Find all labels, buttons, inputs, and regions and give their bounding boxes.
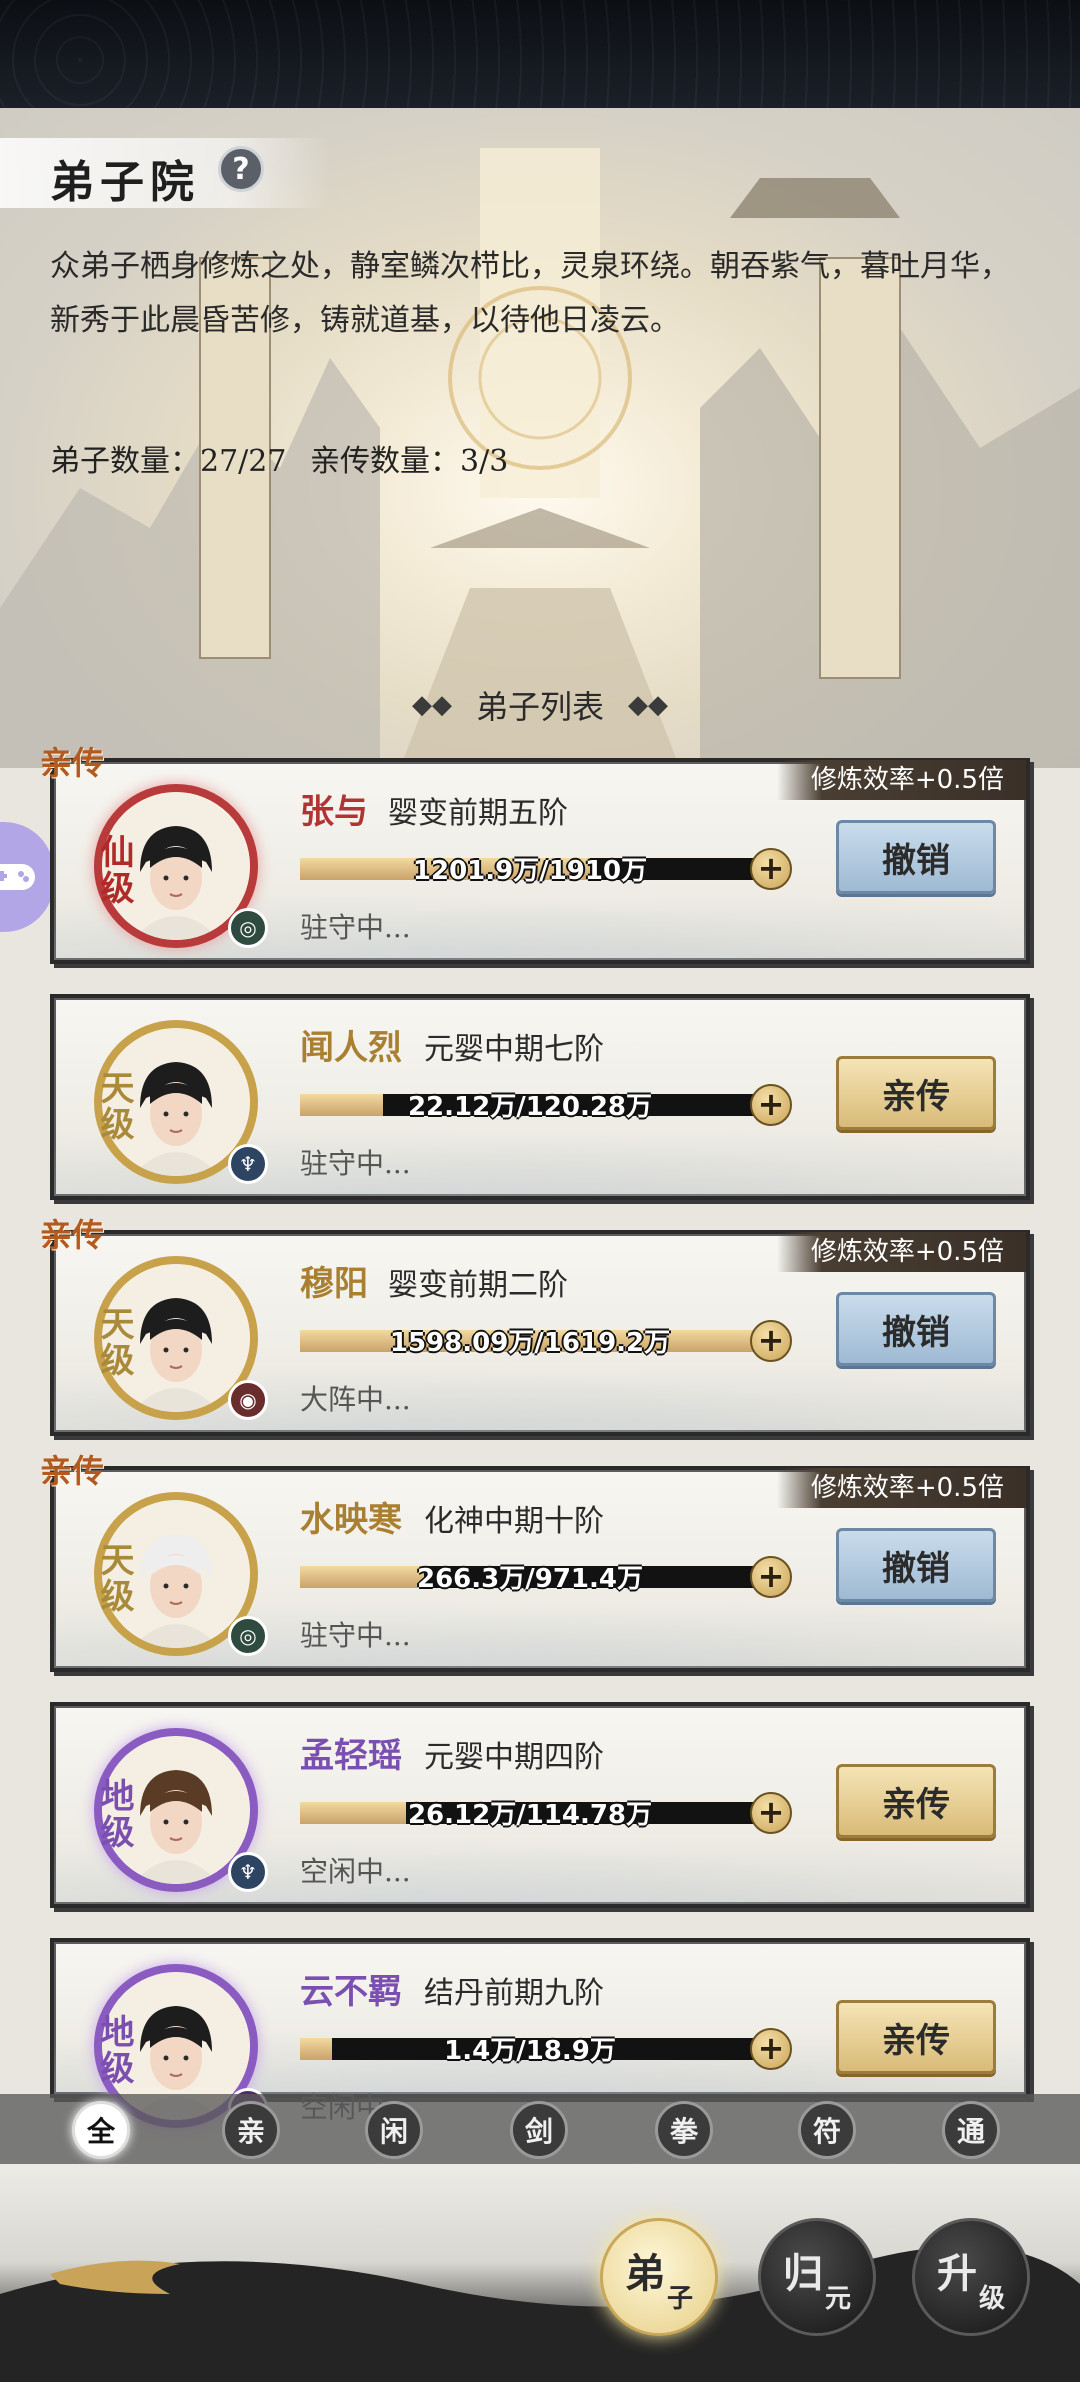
avatar[interactable]: 地级 ♆ xyxy=(94,1728,268,1892)
filter-talisman[interactable]: 符 xyxy=(798,2101,856,2159)
status-bar xyxy=(0,0,1080,108)
disciple-card[interactable]: 天级 ♆ 闻人烈 元婴中期七阶 22.12万/120.28万 + 驻守中... … xyxy=(50,994,1030,1200)
nav-return-sub: 元 xyxy=(824,2284,851,2314)
nav-disciple-sub: 子 xyxy=(666,2284,693,2314)
disciple-card[interactable]: 亲传 修炼效率+0.5倍 仙级 ◎ 张与 婴变前期五阶 1201.9万/1910… xyxy=(40,744,1030,964)
fire-element-icon: ◉ xyxy=(228,1380,268,1420)
grade-label: 仙级 xyxy=(94,834,134,906)
nav-disciple-main: 弟 xyxy=(625,2250,665,2297)
cultivation-bonus-badge: 修炼效率+0.5倍 xyxy=(776,1468,1026,1508)
exp-text: 1.4万/18.9万 xyxy=(444,2036,616,2066)
exp-progress-bar: 266.3万/971.4万 xyxy=(300,1564,760,1594)
disciple-name: 孟轻瑶 xyxy=(300,1736,402,1776)
grade-label: 地级 xyxy=(94,2014,134,2086)
filter-idle[interactable]: 闲 xyxy=(365,2101,423,2159)
nav-upgrade-main: 升 xyxy=(937,2250,977,2297)
disciple-name: 张与 xyxy=(300,792,368,832)
gamepad-icon[interactable] xyxy=(0,822,54,932)
add-exp-button[interactable]: + xyxy=(750,1320,792,1362)
exp-progress-bar: 1598.09万/1619.2万 xyxy=(300,1328,760,1358)
exp-progress-bar: 1.4万/18.9万 xyxy=(300,2036,760,2066)
wind-element-icon: ◎ xyxy=(228,908,268,948)
grade-label: 天级 xyxy=(94,1070,134,1142)
disciple-status: 大阵中... xyxy=(300,1383,411,1416)
promote-direct-button[interactable]: 亲传 xyxy=(836,1764,996,1838)
bottom-nav: 弟 子 归 元 升 级 xyxy=(0,2164,1080,2382)
disciple-name: 云不羁 xyxy=(300,1972,402,2012)
grade-label: 天级 xyxy=(94,1306,134,1378)
disciple-realm: 化神中期十阶 xyxy=(424,1504,604,1539)
page-description: 众弟子栖身修炼之处，静室鳞次栉比，灵泉环绕。朝吞紫气，暮吐月华，新秀于此晨昏苦修… xyxy=(50,249,1010,338)
cultivation-bonus-badge: 修炼效率+0.5倍 xyxy=(776,1232,1026,1272)
disciple-realm: 元婴中期七阶 xyxy=(424,1032,604,1067)
disciple-realm: 结丹前期九阶 xyxy=(424,1976,604,2011)
ornament-right-icon: ◆◆ xyxy=(628,690,668,720)
filter-all[interactable]: 全 xyxy=(72,2101,130,2159)
filter-sword[interactable]: 剑 xyxy=(510,2101,568,2159)
avatar[interactable]: 仙级 ◎ xyxy=(94,784,268,948)
disciple-card[interactable]: 地级 ◉ 云不羁 结丹前期九阶 1.4万/18.9万 + 空闲中... 亲传 xyxy=(50,1938,1030,2128)
direct-disciple-tag: 亲传 xyxy=(40,1216,105,1254)
nav-return-button[interactable]: 归 元 xyxy=(758,2218,876,2336)
avatar[interactable]: 天级 ♆ xyxy=(94,1020,268,1184)
revoke-button[interactable]: 撤销 xyxy=(836,1528,996,1602)
direct-disciple-tag: 亲传 xyxy=(40,1452,105,1490)
help-icon[interactable]: ? xyxy=(218,146,264,192)
wind-element-icon: ◎ xyxy=(228,1616,268,1656)
disciple-realm: 婴变前期二阶 xyxy=(388,1268,568,1303)
direct-count: 亲传数量：3/3 xyxy=(310,444,509,479)
add-exp-button[interactable]: + xyxy=(750,848,792,890)
promote-direct-button[interactable]: 亲传 xyxy=(836,1056,996,1130)
exp-text: 266.3万/971.4万 xyxy=(417,1564,643,1594)
nav-disciple-button[interactable]: 弟 子 xyxy=(600,2218,718,2336)
revoke-button[interactable]: 撤销 xyxy=(836,1292,996,1366)
disciple-realm: 元婴中期四阶 xyxy=(424,1740,604,1775)
disciple-status: 驻守中... xyxy=(300,1619,411,1652)
direct-disciple-tag: 亲传 xyxy=(40,744,105,782)
filter-bar: 全 亲 闲 剑 拳 符 通 xyxy=(0,2094,1080,2164)
exp-text: 22.12万/120.28万 xyxy=(407,1092,653,1122)
disciple-name: 闻人烈 xyxy=(300,1028,402,1068)
avatar[interactable]: 天级 ◉ xyxy=(94,1256,268,1420)
exp-progress-bar: 26.12万/114.78万 xyxy=(300,1800,760,1830)
add-exp-button[interactable]: + xyxy=(750,2028,792,2070)
exp-progress-bar: 1201.9万/1910万 xyxy=(300,856,760,886)
exp-text: 1598.09万/1619.2万 xyxy=(389,1328,671,1358)
promote-direct-button[interactable]: 亲传 xyxy=(836,2000,996,2074)
disciple-name: 水映寒 xyxy=(300,1500,402,1540)
add-exp-button[interactable]: + xyxy=(750,1556,792,1598)
exp-text: 1201.9万/1910万 xyxy=(412,856,648,886)
water-element-icon: ♆ xyxy=(228,1144,268,1184)
nav-return-main: 归 xyxy=(783,2250,823,2297)
add-exp-button[interactable]: + xyxy=(750,1792,792,1834)
disciple-status: 驻守中... xyxy=(300,1147,411,1180)
grade-label: 地级 xyxy=(94,1778,134,1850)
ornament-left-icon: ◆◆ xyxy=(411,690,452,720)
disciple-card[interactable]: 地级 ♆ 孟轻瑶 元婴中期四阶 26.12万/114.78万 + 空闲中... … xyxy=(50,1702,1030,1908)
nav-upgrade-button[interactable]: 升 级 xyxy=(912,2218,1030,2336)
disciple-count: 弟子数量：27/27 xyxy=(50,444,287,479)
exp-progress-bar: 22.12万/120.28万 xyxy=(300,1092,760,1122)
filter-general[interactable]: 通 xyxy=(942,2101,1000,2159)
nav-upgrade-sub: 级 xyxy=(978,2284,1005,2314)
disciple-card[interactable]: 亲传 修炼效率+0.5倍 天级 ◎ 水映寒 化神中期十阶 266.3万/971.… xyxy=(40,1452,1030,1672)
water-element-icon: ♆ xyxy=(228,1852,268,1892)
filter-direct[interactable]: 亲 xyxy=(222,2101,280,2159)
add-exp-button[interactable]: + xyxy=(750,1084,792,1126)
avatar[interactable]: 天级 ◎ xyxy=(94,1492,268,1656)
cultivation-bonus-badge: 修炼效率+0.5倍 xyxy=(776,760,1026,800)
revoke-button[interactable]: 撤销 xyxy=(836,820,996,894)
disciple-status: 空闲中... xyxy=(300,1855,411,1888)
disciple-name: 穆阳 xyxy=(300,1264,368,1304)
disciple-counts: 弟子数量：27/27 亲传数量：3/3 xyxy=(50,436,522,480)
page-title: 弟子院 xyxy=(50,157,200,208)
disciple-realm: 婴变前期五阶 xyxy=(388,796,568,831)
disciple-card[interactable]: 亲传 修炼效率+0.5倍 天级 ◉ 穆阳 婴变前期二阶 1598.09万/161… xyxy=(40,1216,1030,1436)
exp-text: 26.12万/114.78万 xyxy=(407,1800,653,1830)
list-title: 弟子列表 xyxy=(475,688,604,726)
disciple-status: 驻守中... xyxy=(300,911,411,944)
filter-fist[interactable]: 拳 xyxy=(655,2101,713,2159)
grade-label: 天级 xyxy=(94,1542,134,1614)
list-header: ◆◆ 弟子列表 ◆◆ xyxy=(0,680,1080,730)
